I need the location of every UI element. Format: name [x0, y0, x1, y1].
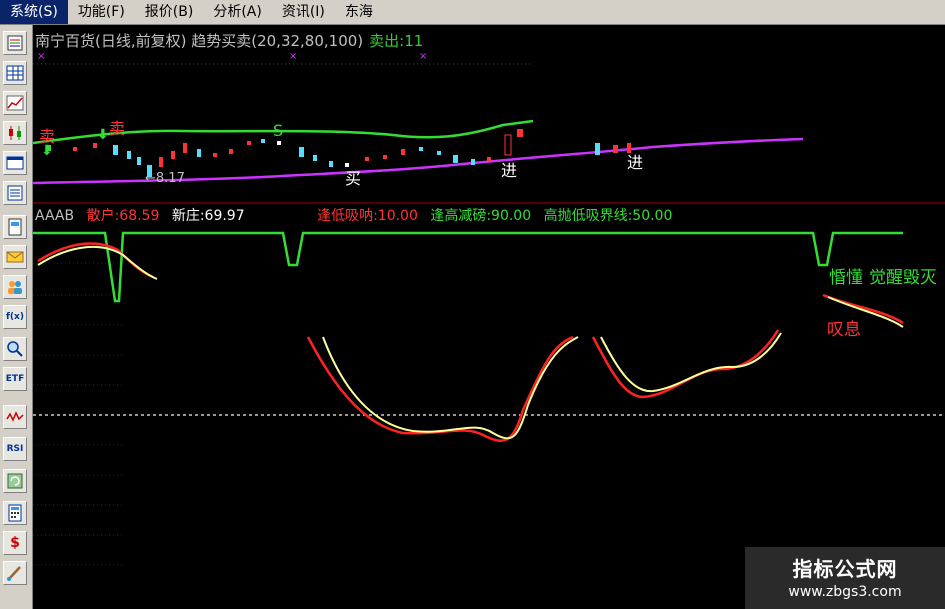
mail-icon[interactable]: [3, 245, 27, 269]
candlestick-icon[interactable]: [3, 121, 27, 145]
blank-region: [533, 25, 945, 125]
grid-table-icon[interactable]: [3, 61, 27, 85]
candlesticks: [47, 129, 631, 177]
green-signal-line: [33, 231, 903, 303]
watermark: 指标公式网 www.zbgs3.com: [745, 547, 945, 609]
sell-marker: 卖: [109, 119, 126, 138]
menu-analysis[interactable]: 分析(A): [203, 0, 272, 24]
red-retail-curve: [37, 242, 904, 442]
indicator-header: AAAB 散户:68.59 新庄:69.97 逢低吸呐:10.00 逢高减磅:9…: [35, 205, 680, 225]
chart-canvas: × × × ⬇ ⬇: [33, 25, 945, 566]
grid-ticks: [33, 262, 123, 566]
down-arrow-icon: ⬇: [97, 127, 109, 143]
indicator-name: AAAB: [35, 208, 75, 224]
function-icon-label: f(x): [6, 312, 24, 322]
refresh-icon[interactable]: [3, 469, 27, 493]
in-marker: 进: [501, 161, 518, 180]
function-icon[interactable]: f(x): [3, 305, 27, 329]
quote-list-icon[interactable]: [3, 31, 27, 55]
menu-bar: 系统(S) 功能(F) 报价(B) 分析(A) 资讯(I) 东海: [0, 0, 945, 25]
low-absorb-value: 逢低吸呐:10.00: [317, 208, 418, 224]
awake-label: 觉醒: [869, 268, 903, 288]
wave-icon[interactable]: [3, 405, 27, 429]
rsi-icon[interactable]: RSI: [3, 437, 27, 461]
s-marker: S: [273, 121, 284, 140]
in-marker: 进: [627, 153, 644, 172]
calculator-icon[interactable]: [3, 501, 27, 525]
buy-marker: 买: [345, 169, 362, 188]
menu-system[interactable]: 系统(S): [0, 0, 68, 24]
dawn-label: 惛懂: [829, 268, 863, 288]
x-marker: ×: [419, 51, 427, 62]
x-marker: ×: [37, 51, 45, 62]
menu-quote[interactable]: 报价(B): [135, 0, 204, 24]
list-icon[interactable]: [3, 181, 27, 205]
high-reduce-value: 逢高减磅:90.00: [430, 208, 532, 224]
new-dealer-value: 新庄:69.97: [171, 208, 245, 224]
dollar-icon[interactable]: $: [3, 531, 27, 555]
menu-function[interactable]: 功能(F): [68, 0, 135, 24]
brush-icon[interactable]: [3, 561, 27, 585]
destroy-label: 毁灭: [903, 268, 937, 288]
chart-area[interactable]: × × × ⬇ ⬇ 南宁百货(日线,前复权) 趋势买卖(20,32,80,100…: [33, 25, 945, 609]
low-price-label: ←8.17: [145, 171, 185, 186]
yellow-dealer-curve: [37, 246, 904, 440]
dollar-icon-label: $: [10, 535, 20, 551]
line-chart-icon[interactable]: [3, 91, 27, 115]
menu-news[interactable]: 资讯(I): [272, 0, 335, 24]
magnify-icon[interactable]: [3, 337, 27, 361]
etf-icon[interactable]: ETF: [3, 367, 27, 391]
rsi-icon-label: RSI: [6, 444, 24, 454]
x-marker: ×: [289, 51, 297, 62]
stock-title: 南宁百货(日线,前复权) 趋势买卖(20,32,80,100): [35, 32, 364, 50]
users-icon[interactable]: [3, 275, 27, 299]
watermark-url: www.zbgs3.com: [788, 584, 902, 600]
sigh-label: 叹息: [827, 320, 861, 340]
menu-donghai[interactable]: 东海: [335, 0, 383, 24]
window-icon[interactable]: [3, 151, 27, 175]
sell-count-label: 卖出:11: [369, 32, 424, 50]
watermark-title: 指标公式网: [792, 557, 898, 581]
document-icon[interactable]: [3, 215, 27, 239]
left-toolbar: f(x) ETF RSI $: [0, 25, 33, 609]
retail-value: 散户:68.59: [86, 208, 160, 224]
boundary-value: 高抛低吸界线:50.00: [543, 208, 673, 224]
etf-icon-label: ETF: [5, 374, 25, 384]
chart-title: 南宁百货(日线,前复权) 趋势买卖(20,32,80,100) 卖出:11: [35, 30, 423, 51]
sell-marker: 卖: [39, 127, 56, 146]
